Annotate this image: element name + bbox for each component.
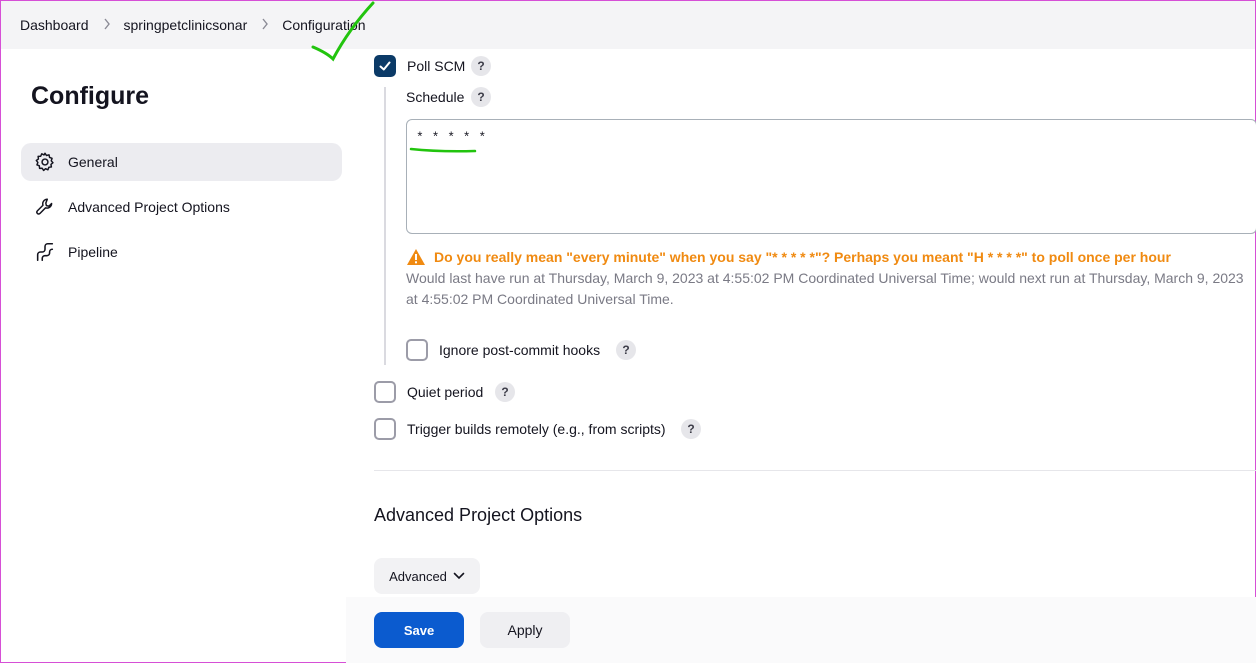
page-title: Configure (31, 82, 150, 110)
breadcrumb-dashboard[interactable]: Dashboard (20, 17, 89, 33)
ignore-post-commit-hooks-checkbox[interactable] (406, 339, 428, 361)
chevron-right-icon (103, 18, 111, 33)
wrench-icon (33, 195, 57, 219)
nested-options-rule (384, 87, 386, 365)
advanced-project-options-heading: Advanced Project Options (374, 505, 583, 525)
quiet-period-label[interactable]: Quiet period (407, 384, 483, 400)
help-icon[interactable]: ? (471, 87, 491, 107)
sidebar-item-label: Advanced Project Options (68, 199, 230, 215)
schedule-textarea[interactable]: * * * * * (406, 119, 1256, 234)
gear-icon (33, 150, 57, 174)
sidebar-item-general[interactable]: General (21, 143, 342, 181)
save-button[interactable]: Save (374, 612, 464, 648)
section-divider (374, 470, 1256, 471)
ignore-post-commit-hooks-label[interactable]: Ignore post-commit hooks (439, 342, 600, 358)
warning-text: Do you really mean "every minute" when y… (434, 249, 1171, 265)
breadcrumb-project[interactable]: springpetclinicsonar (124, 17, 248, 33)
poll-scm-checkbox[interactable] (374, 55, 396, 77)
schedule-warning: Do you really mean "every minute" when y… (406, 248, 1171, 266)
warning-triangle-icon (406, 248, 426, 266)
sidebar-item-advanced-project-options[interactable]: Advanced Project Options (21, 188, 342, 226)
help-icon[interactable]: ? (681, 419, 701, 439)
trigger-builds-remotely-checkbox[interactable] (374, 418, 396, 440)
trigger-builds-remotely-label[interactable]: Trigger builds remotely (e.g., from scri… (407, 421, 666, 437)
advanced-button[interactable]: Advanced (374, 558, 480, 594)
poll-scm-label[interactable]: Poll SCM (407, 58, 465, 74)
chevron-right-icon (261, 18, 269, 33)
sidebar-item-pipeline[interactable]: Pipeline (21, 233, 342, 271)
annotation-checkmark-icon (311, 1, 375, 62)
help-icon[interactable]: ? (471, 56, 491, 76)
apply-button[interactable]: Apply (480, 612, 570, 648)
breadcrumb: Dashboard springpetclinicsonar Configura… (1, 1, 1255, 49)
quiet-period-checkbox[interactable] (374, 381, 396, 403)
sidebar-item-label: General (68, 154, 118, 170)
help-icon[interactable]: ? (495, 382, 515, 402)
chevron-down-icon (453, 572, 465, 580)
schedule-info-text: Would last have run at Thursday, March 9… (406, 270, 1244, 307)
advanced-button-label: Advanced (389, 568, 447, 584)
sidebar-item-label: Pipeline (68, 244, 118, 260)
schedule-label: Schedule (406, 89, 465, 105)
help-icon[interactable]: ? (616, 340, 636, 360)
annotation-underline (409, 147, 477, 153)
pipeline-icon (33, 240, 57, 264)
